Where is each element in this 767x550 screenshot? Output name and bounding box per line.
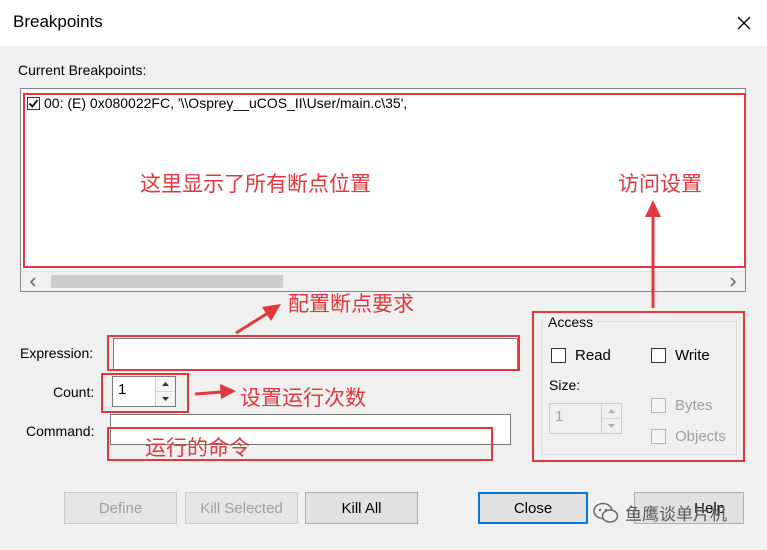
count-label: Count: <box>53 384 95 400</box>
expression-label: Expression: <box>20 345 94 361</box>
count-decrement-button[interactable] <box>156 391 175 406</box>
checkmark-icon <box>28 98 39 108</box>
scroll-thumb[interactable] <box>51 275 283 288</box>
size-value: 1 <box>555 408 564 425</box>
size-increment-button[interactable] <box>602 404 621 419</box>
chevron-right-icon <box>730 276 737 287</box>
arrow-down-icon <box>608 423 615 428</box>
define-button[interactable]: Define <box>64 492 177 524</box>
scroll-left-button[interactable] <box>23 272 43 291</box>
kill-selected-button[interactable]: Kill Selected <box>185 492 298 524</box>
write-label: Write <box>675 347 710 364</box>
command-annotation: 运行的命令 <box>145 436 250 460</box>
breakpoint-text: 00: (E) 0x080022FC, '\\Osprey__uCOS_II\U… <box>44 95 408 111</box>
count-value: 1 <box>118 381 127 398</box>
watermark-text: 鱼鹰谈单片机 <box>625 505 727 524</box>
size-stepper[interactable]: 1 <box>549 403 622 434</box>
window-title: Breakpoints <box>13 12 103 31</box>
kill-all-button[interactable]: Kill All <box>305 492 418 524</box>
wechat-icon <box>593 502 619 523</box>
breakpoint-checkbox[interactable] <box>27 96 40 110</box>
size-decrement-button[interactable] <box>602 418 621 433</box>
current-breakpoints-label: Current Breakpoints: <box>18 62 147 78</box>
close-window-button[interactable] <box>721 0 767 46</box>
size-label: Size: <box>549 377 581 393</box>
scroll-right-button[interactable] <box>723 272 743 291</box>
close-button[interactable]: Close <box>478 492 588 524</box>
objects-label: Objects <box>675 428 726 445</box>
count-stepper[interactable]: 1 <box>112 376 176 407</box>
bytes-label: Bytes <box>675 397 713 414</box>
count-annotation: 设置运行次数 <box>240 386 366 410</box>
list-item[interactable]: 00: (E) 0x080022FC, '\\Osprey__uCOS_II\U… <box>27 95 407 111</box>
close-icon <box>737 16 751 30</box>
size-spinner[interactable] <box>601 404 621 433</box>
objects-radio[interactable] <box>651 429 666 444</box>
count-spinner[interactable] <box>155 377 175 406</box>
read-label: Read <box>575 347 611 364</box>
write-checkbox[interactable] <box>651 348 666 363</box>
command-label: Command: <box>26 423 95 439</box>
count-arrow <box>194 390 223 396</box>
read-checkbox[interactable] <box>551 348 566 363</box>
expression-arrowhead <box>262 304 281 321</box>
expression-annotation: 配置断点要求 <box>288 292 414 316</box>
arrow-down-icon <box>162 396 169 401</box>
list-annotation: 这里显示了所有断点位置 <box>140 172 371 196</box>
expression-arrow <box>235 311 269 335</box>
arrow-up-icon <box>608 408 615 413</box>
count-arrowhead <box>220 384 236 399</box>
access-title: Access <box>545 314 597 330</box>
bytes-radio[interactable] <box>651 398 666 413</box>
count-increment-button[interactable] <box>156 377 175 392</box>
chevron-left-icon <box>29 276 36 287</box>
watermark: 鱼鹰谈单片机 <box>593 500 727 525</box>
access-annotation: 访问设置 <box>618 172 702 196</box>
expression-input[interactable] <box>113 338 518 370</box>
arrow-up-icon <box>162 381 169 386</box>
title-bar: Breakpoints <box>0 0 767 46</box>
